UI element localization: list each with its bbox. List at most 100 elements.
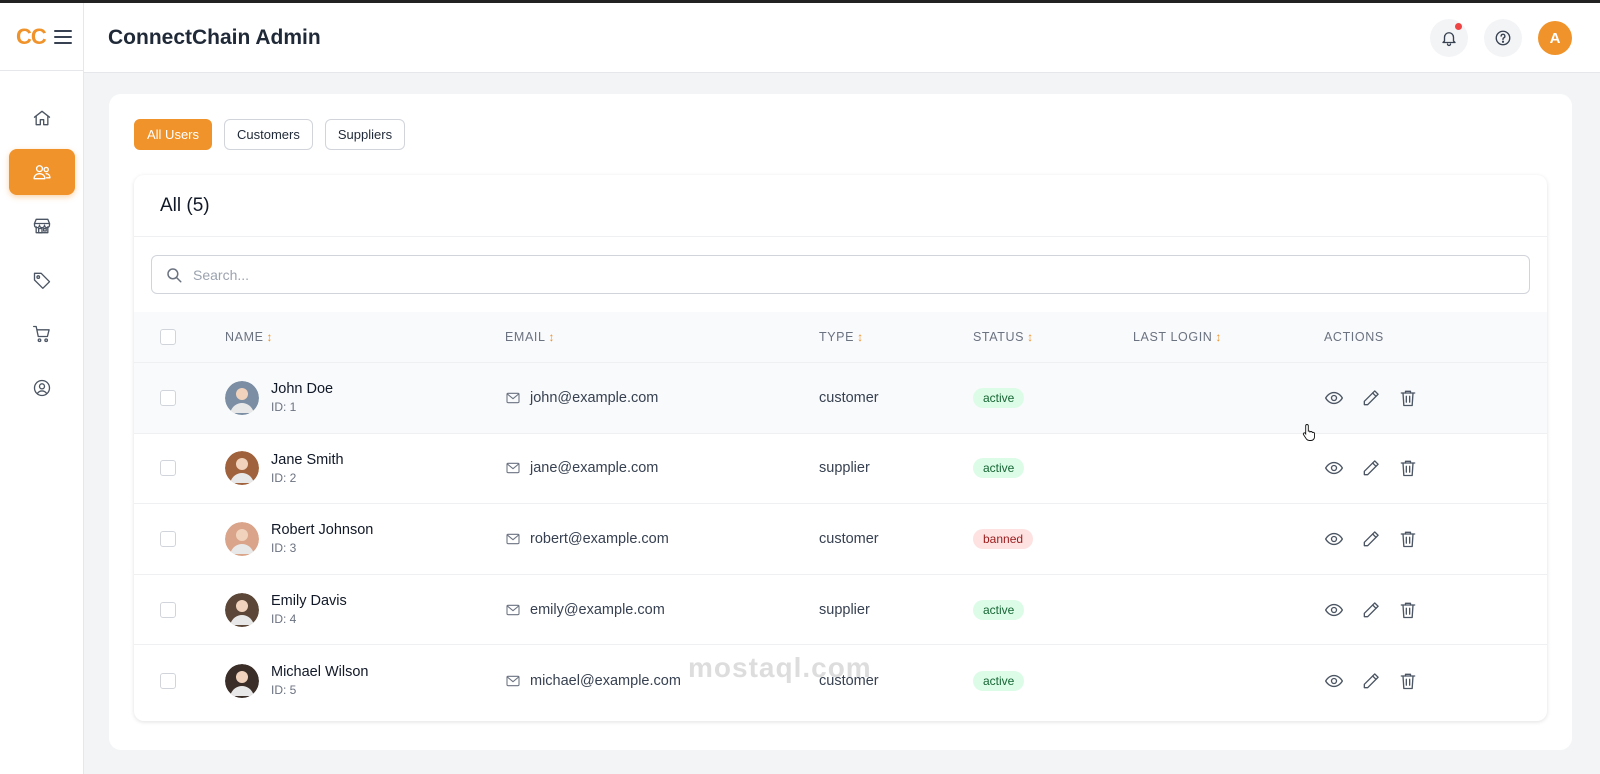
edit-icon[interactable] bbox=[1361, 388, 1381, 408]
sort-icon: ↕ bbox=[548, 330, 556, 344]
delete-icon[interactable] bbox=[1398, 600, 1418, 620]
store-icon bbox=[33, 218, 50, 234]
app-title: ConnectChain Admin bbox=[108, 25, 321, 49]
sort-icon: ↕ bbox=[1215, 330, 1223, 344]
user-cell: Michael Wilson ID: 5 bbox=[225, 663, 505, 698]
user-id: ID: 4 bbox=[271, 612, 297, 627]
status-badge: active bbox=[973, 599, 1025, 620]
mail-icon bbox=[506, 392, 520, 403]
view-icon[interactable] bbox=[1324, 600, 1344, 620]
email-cell: jane@example.com bbox=[505, 460, 819, 476]
row-actions bbox=[1324, 529, 1547, 549]
app-logo: CC bbox=[16, 23, 47, 49]
sidebar-item-users[interactable] bbox=[8, 149, 75, 195]
select-all-checkbox[interactable] bbox=[160, 329, 176, 345]
mail-icon bbox=[506, 463, 520, 474]
view-icon[interactable] bbox=[1324, 458, 1344, 478]
row-checkbox[interactable] bbox=[160, 530, 176, 547]
cart-icon bbox=[32, 325, 50, 343]
help-button[interactable] bbox=[1484, 19, 1522, 57]
column-header-email[interactable]: EMAIL ↕ bbox=[505, 330, 819, 344]
table-row: Emily Davis ID: 4 emily@example.com supp… bbox=[134, 575, 1547, 646]
sidebar-item-home[interactable] bbox=[9, 95, 75, 141]
mail-icon bbox=[506, 533, 520, 545]
delete-icon[interactable] bbox=[1398, 388, 1418, 408]
edit-icon[interactable] bbox=[1361, 600, 1381, 620]
search-icon bbox=[167, 267, 182, 282]
notifications-button[interactable] bbox=[1430, 19, 1468, 57]
row-checkbox[interactable] bbox=[160, 460, 176, 477]
mail-icon bbox=[506, 675, 520, 686]
row-checkbox[interactable] bbox=[160, 672, 176, 689]
user-email: jane@example.com bbox=[530, 460, 659, 477]
edit-icon[interactable] bbox=[1361, 458, 1381, 478]
delete-icon[interactable] bbox=[1398, 458, 1418, 478]
tab-customers[interactable]: Customers bbox=[224, 119, 313, 150]
bell-icon bbox=[1442, 32, 1456, 47]
table-body: John Doe ID: 1 john@example.com customer… bbox=[134, 363, 1547, 716]
home-icon bbox=[33, 110, 50, 126]
row-actions bbox=[1324, 671, 1547, 691]
mail-icon bbox=[506, 604, 520, 615]
sidebar: CC bbox=[0, 3, 84, 774]
row-checkbox[interactable] bbox=[160, 601, 176, 618]
user-name: Emily Davis bbox=[271, 593, 347, 610]
user-avatar bbox=[225, 451, 259, 486]
search-bar bbox=[134, 237, 1547, 312]
column-header-status[interactable]: STATUS ↕ bbox=[973, 330, 1133, 344]
sidebar-item-cart[interactable] bbox=[9, 311, 75, 357]
email-cell: robert@example.com bbox=[505, 531, 819, 547]
row-actions bbox=[1324, 458, 1547, 478]
table-row: Michael Wilson ID: 5 michael@example.com… bbox=[134, 645, 1547, 716]
sidebar-item-account[interactable] bbox=[9, 365, 75, 411]
user-avatar bbox=[225, 380, 259, 415]
sort-icon: ↕ bbox=[857, 330, 864, 344]
table-row: Jane Smith ID: 2 jane@example.com suppli… bbox=[134, 434, 1547, 505]
menu-toggle-icon[interactable] bbox=[53, 29, 72, 44]
sidebar-item-tags[interactable] bbox=[9, 257, 75, 303]
user-filter-tabs: All Users Customers Suppliers bbox=[134, 119, 406, 150]
row-checkbox[interactable] bbox=[160, 389, 176, 406]
sidebar-nav bbox=[0, 71, 83, 411]
brand-bar: CC bbox=[0, 3, 83, 71]
email-cell: john@example.com bbox=[505, 390, 819, 406]
column-header-type[interactable]: TYPE ↕ bbox=[819, 330, 973, 344]
user-cell: John Doe ID: 1 bbox=[225, 380, 505, 415]
user-email: john@example.com bbox=[530, 389, 659, 406]
row-actions bbox=[1324, 388, 1547, 408]
tab-all-users[interactable]: All Users bbox=[134, 119, 213, 150]
sidebar-item-store[interactable] bbox=[9, 203, 75, 249]
user-cell: Robert Johnson ID: 3 bbox=[225, 521, 505, 556]
view-icon[interactable] bbox=[1324, 529, 1344, 549]
header-actions: A bbox=[1430, 19, 1572, 57]
table-row: John Doe ID: 1 john@example.com customer… bbox=[134, 363, 1547, 434]
users-table-card: All (5) NAME↕ EMAIL↕ TYPE↕ STATUS↕ LAST … bbox=[134, 175, 1547, 721]
main-content-card: All Users Customers Suppliers All (5) NA… bbox=[109, 94, 1572, 750]
search-input[interactable] bbox=[193, 266, 1529, 283]
column-header-name[interactable]: NAME ↕ bbox=[225, 330, 505, 344]
edit-icon[interactable] bbox=[1361, 671, 1381, 691]
user-name: Robert Johnson bbox=[271, 522, 374, 539]
tab-suppliers[interactable]: Suppliers bbox=[324, 119, 406, 150]
delete-icon[interactable] bbox=[1398, 529, 1418, 549]
table-row: Robert Johnson ID: 3 robert@example.com … bbox=[134, 504, 1547, 575]
user-cell: Jane Smith ID: 2 bbox=[225, 451, 505, 486]
notification-dot bbox=[1455, 23, 1462, 30]
edit-icon[interactable] bbox=[1361, 529, 1381, 549]
user-avatar bbox=[225, 521, 259, 556]
mouse-cursor-icon bbox=[1302, 424, 1315, 441]
sort-icon: ↕ bbox=[266, 330, 274, 344]
user-email: michael@example.com bbox=[530, 672, 681, 689]
view-icon[interactable] bbox=[1324, 671, 1344, 691]
user-id: ID: 5 bbox=[271, 683, 297, 698]
delete-icon[interactable] bbox=[1398, 671, 1418, 691]
user-avatar-button[interactable]: A bbox=[1538, 21, 1572, 55]
user-id: ID: 1 bbox=[271, 400, 297, 415]
users-icon bbox=[32, 165, 51, 180]
user-name: Michael Wilson bbox=[271, 664, 369, 681]
status-badge: active bbox=[973, 458, 1025, 479]
column-header-last-login[interactable]: LAST LOGIN ↕ bbox=[1133, 330, 1324, 344]
view-icon[interactable] bbox=[1324, 388, 1344, 408]
status-badge: active bbox=[973, 387, 1025, 408]
user-type: customer bbox=[819, 530, 879, 547]
